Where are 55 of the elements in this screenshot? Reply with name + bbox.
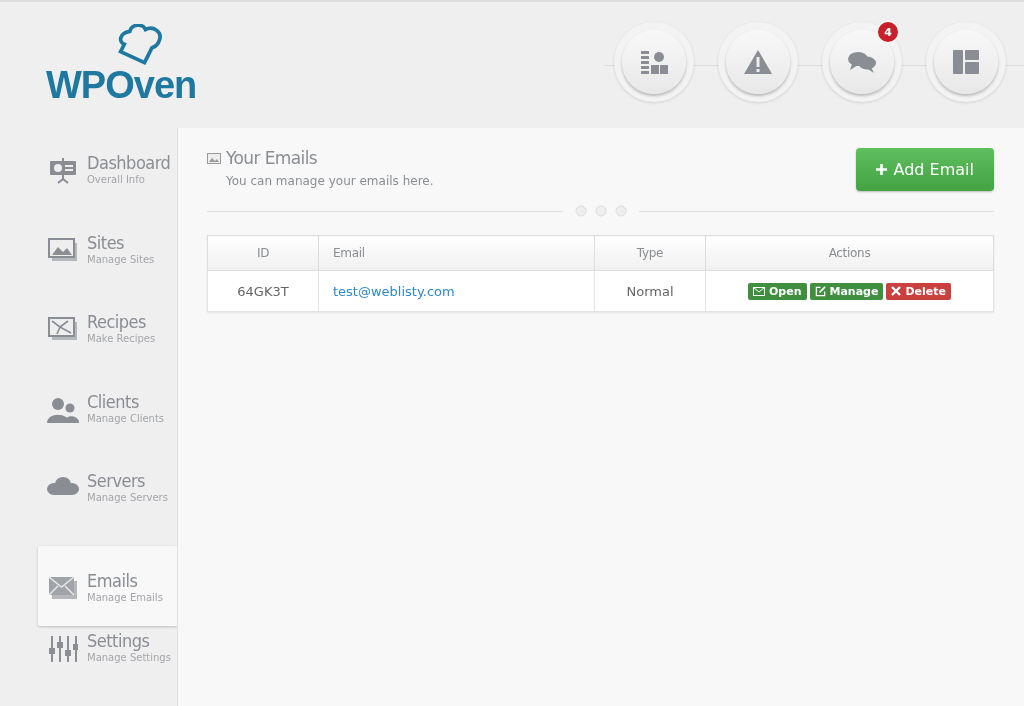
sidebar-item[interactable]: Emails Manage Emails (38, 545, 177, 627)
open-button[interactable]: Open (747, 282, 807, 300)
sidebar-item[interactable]: Servers Manage Servers (0, 466, 177, 546)
sidebar-item-label: Clients (87, 390, 140, 413)
sidebar-item[interactable]: Recipes Make Recipes (0, 307, 177, 387)
sidebar-item-sublabel: Manage Servers (87, 492, 168, 504)
header-icon-button[interactable] (726, 30, 790, 94)
panel-title: Your Emails (226, 148, 318, 168)
envelope-icon (752, 286, 765, 296)
sidebar-item-label: Emails (87, 569, 139, 592)
sidebar-item-label: Dashboard (87, 152, 171, 174)
add-email-button[interactable]: Add Email (855, 148, 994, 191)
sidebar-item-sublabel: Manage Sites (87, 253, 155, 265)
notification-badge: 4 (876, 20, 900, 44)
logo-text: WPOven (46, 66, 197, 104)
sidebar-item-label: Recipes (87, 311, 147, 334)
email-link[interactable]: test@weblisty.com (333, 283, 455, 299)
sidebar-item[interactable]: Clients Manage Clients (0, 386, 177, 467)
header-icon-button[interactable] (830, 30, 894, 94)
sidebar-item-label: Servers (87, 470, 147, 493)
picture-icon (48, 237, 78, 262)
broken-picture-icon (48, 317, 78, 342)
sidebar-item-sublabel: Overall Info (87, 174, 146, 185)
column-header: Email (318, 235, 595, 271)
sidebar-item[interactable]: Sites Manage Sites (0, 227, 177, 308)
column-header: ID (207, 235, 319, 271)
column-header: Type (594, 235, 706, 271)
header-icon-button[interactable] (934, 30, 998, 94)
chat-bubbles-icon (847, 50, 877, 74)
header-icon-button[interactable] (622, 30, 686, 94)
manage-button[interactable]: Manage (809, 282, 884, 300)
edit-icon (814, 285, 826, 297)
sidebar-item-sublabel: Manage Emails (87, 591, 163, 603)
presentation-board-icon (49, 158, 77, 184)
sidebar-item-label: Settings (87, 630, 151, 653)
table-cell: 64GK3T (207, 270, 319, 312)
delete-button[interactable]: Delete (886, 282, 951, 300)
picture-icon (207, 152, 221, 164)
envelope-icon (48, 575, 78, 600)
sidebar-item[interactable]: Dashboard Overall Info (0, 148, 177, 228)
sidebar-item-sublabel: Make Recipes (87, 333, 156, 345)
sidebar-item-label: Sites (87, 231, 126, 254)
sliders-icon (48, 636, 78, 663)
table-cell: Normal (594, 270, 706, 312)
layout-icon (953, 50, 979, 74)
sidebar-item-sublabel: Manage Settings (87, 652, 171, 664)
sidebar-item[interactable]: Settings Manage Settings (0, 626, 177, 706)
panel-subtitle: You can manage your emails here. (226, 174, 434, 188)
column-header: Actions (705, 235, 994, 271)
sidebar-item-sublabel: Manage Clients (87, 412, 165, 424)
cloud-icon (47, 476, 79, 497)
warning-icon (743, 49, 773, 75)
users-icon (47, 396, 79, 423)
close-icon (891, 286, 902, 296)
plus-icon (875, 164, 887, 175)
